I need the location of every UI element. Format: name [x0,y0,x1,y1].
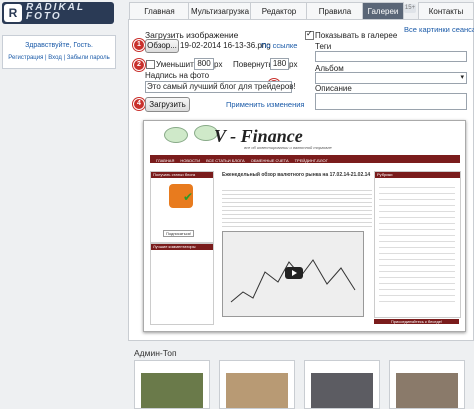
guest-box: Здравствуйте, Гость. Регистрация | Вход … [2,35,116,69]
logo-mark: R [4,4,22,22]
description-textarea[interactable] [315,93,467,110]
preview-video [222,231,364,317]
separator: | [63,55,66,61]
tags-label: Теги [315,42,332,51]
preview-side-heading: Рубрики [375,172,460,178]
tab-multiupload[interactable]: Мультизагрузка [188,2,252,20]
gallery-count-badge: 15+ [404,4,416,13]
reduce-size-input[interactable]: 800 [194,58,214,70]
uploaded-image-preview: V - Finance все об инвестировании и валю… [143,120,466,332]
show-in-gallery-checkbox[interactable] [305,29,314,40]
preview-side-heading: Лучшие комментаторы [151,244,213,250]
tab-galleries[interactable]: Галереи [362,2,404,20]
login-link[interactable]: Вход [48,55,62,61]
rotate-label: Повернуть [233,60,273,69]
preview-category-list [379,182,455,302]
thumbnail-image [311,373,373,408]
browse-button[interactable]: Обзор... [145,39,179,53]
tags-input[interactable] [315,51,467,62]
all-pictures-link[interactable]: Все картинки сеанса [404,25,474,34]
step-2-badge: 2 [133,59,145,71]
preview-commenters-widget: Лучшие комментаторы [150,243,214,325]
preview-post-text [222,187,372,227]
preview-footer-note: Присоединяйтесь к беседе! [374,319,459,324]
admin-thumbnail[interactable] [389,360,465,409]
step-1-badge: 1 [133,39,145,51]
album-select[interactable]: ▾ [315,72,467,84]
upload-button[interactable]: Загрузить [145,97,190,112]
thumbnail-image [141,373,203,408]
register-link[interactable]: Регистрация [8,55,43,61]
thumbnail-image [226,373,288,408]
description-label: Описание [315,84,352,93]
step-4-badge: 4 [133,98,145,110]
rotate-input[interactable]: 180 [270,58,289,70]
preview-nav-item: ВСЕ СТАТЬИ БЛОГА [206,158,245,163]
admin-thumbnail[interactable] [304,360,380,409]
admin-thumbnail[interactable] [219,360,295,409]
preview-nav-item: ТРЕЙДИНГ-БЛОГ [294,158,328,163]
chevron-down-icon: ▾ [460,74,464,81]
preview-nav-item: ОБМЕННЫЕ СЧЕТА [250,158,289,163]
preview-categories-widget: Рубрики [374,171,461,318]
caption-label: Надпись на фото [145,71,210,80]
bubble-icon [164,127,188,143]
tab-rules[interactable]: Правила [306,2,364,20]
tab-home[interactable]: Главная [129,2,190,20]
px-unit: px [214,60,223,69]
preview-subscribe-widget: Получать статьи блога ✔ Подписаться! [150,171,214,243]
admin-top-label: Админ-Топ [134,348,177,358]
admin-thumbnail[interactable] [134,360,210,409]
separator: | [45,55,47,61]
preview-site-subtitle: все об инвестировании и валютной торговл… [244,145,332,150]
preview-side-heading: Получать статьи блога [151,172,213,178]
file-name: 19-02-2014 16-13-36.png [180,41,271,50]
by-url-link[interactable]: По ссылке [261,41,297,50]
tab-contacts[interactable]: Контакты [418,2,474,20]
preview-nav-item: ГЛАВНАЯ [156,158,175,163]
forgot-password-link[interactable]: Забыли пароль [67,55,110,61]
preview-nav-item: НОВОСТИ [180,158,201,163]
check-icon: ✔ [183,190,194,204]
show-in-gallery-label: Показывать в галерее [315,31,398,40]
play-icon [285,267,303,279]
preview-nav: ГЛАВНАЯ НОВОСТИ ВСЕ СТАТЬИ БЛОГА ОБМЕННЫЕ С… [150,155,460,163]
tab-editor[interactable]: Редактор [250,2,308,20]
preview-post-title: Еженедельный обзор валютного рынка на 17… [222,172,371,178]
apply-changes-link[interactable]: Применить изменения [226,100,305,109]
greeting-text: Здравствуйте, Гость. [25,42,93,49]
preview-banner: V - Finance все об инвестировании и валю… [144,121,465,151]
preview-subscribe-button: Подписаться! [163,230,195,237]
thumbnail-image [396,373,458,408]
px-unit: px [289,60,298,69]
caption-input[interactable]: Это самый лучший блог для трейдеров! [145,81,296,93]
preview-site-title: V - Finance [214,126,303,146]
auth-links: Регистрация | Вход | Забыли пароль [3,55,115,61]
reduce-checkbox[interactable] [146,60,155,69]
logo-text: RADIKAL FOTO [26,2,85,22]
